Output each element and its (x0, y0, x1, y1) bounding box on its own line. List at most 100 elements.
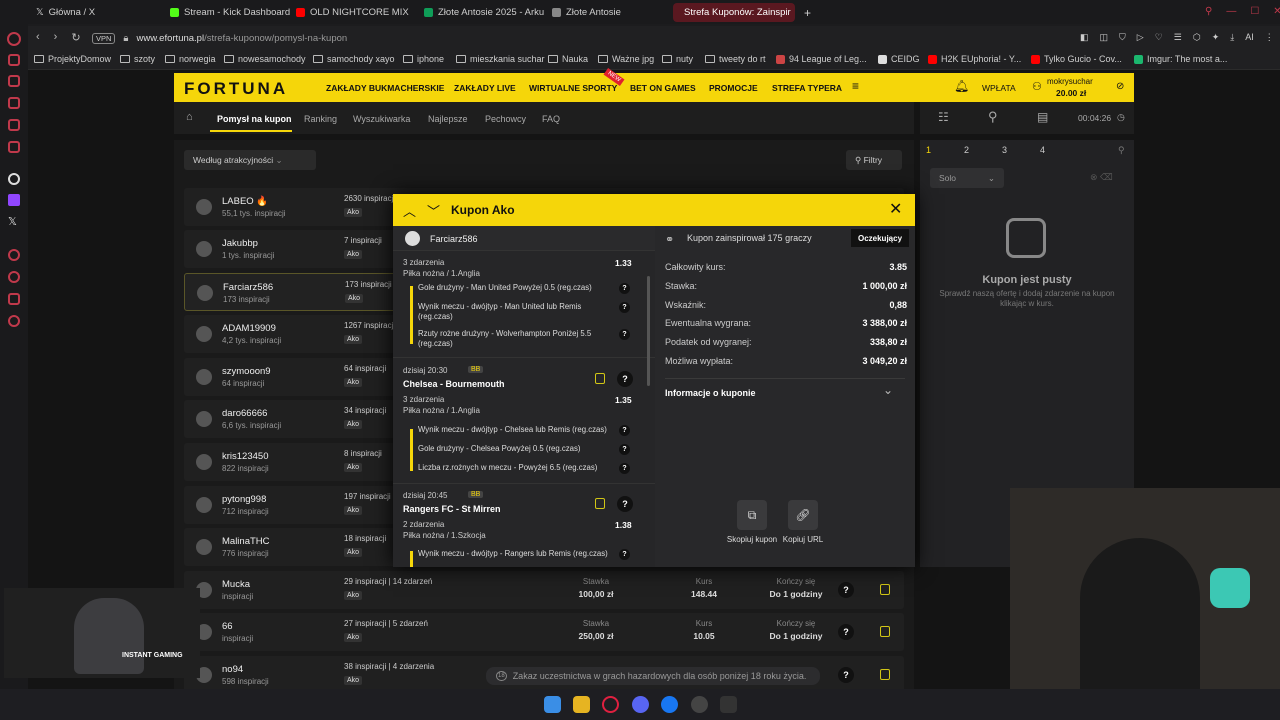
bookmark[interactable]: 94 League of Leg... (776, 54, 867, 64)
help-icon[interactable]: ? (838, 624, 854, 640)
help-icon[interactable]: ? (617, 371, 633, 387)
bookmark[interactable]: samochody xayo (313, 54, 395, 64)
filter-button[interactable]: ⚲ Filtry (846, 150, 902, 170)
copy-icon[interactable] (880, 626, 890, 637)
bookmark[interactable]: iphone (403, 54, 444, 64)
heart-icon[interactable]: ♡ (1155, 32, 1163, 43)
bookmark[interactable]: norwegia (165, 54, 216, 64)
close-icon[interactable]: ✕ (1273, 6, 1280, 17)
menu-icon[interactable]: ☰ (1174, 32, 1182, 43)
bookmark[interactable]: Imgur: The most a... (1134, 54, 1227, 64)
chatgpt-icon[interactable] (8, 173, 20, 185)
bookmark[interactable]: Tylko Gucio - Cov... (1031, 54, 1122, 64)
windows-start-icon[interactable] (544, 696, 561, 713)
slip-mode-dropdown[interactable]: Solo ⌄ (930, 168, 1004, 188)
download-icon[interactable]: ⤓ (1230, 32, 1234, 43)
bell-icon[interactable]: 🔔︎ (954, 79, 969, 93)
discord-icon[interactable] (632, 696, 649, 713)
history-icon[interactable] (8, 271, 20, 283)
row-username[interactable]: 66 (222, 621, 233, 632)
tab-ranking[interactable]: Ranking (304, 114, 337, 124)
shield-icon[interactable]: ⛉ (1119, 32, 1126, 43)
row-username[interactable]: pytong998 (222, 494, 266, 505)
search-icon[interactable]: ⚲ (1205, 6, 1212, 17)
url-box[interactable]: VPN 🔒︎ www.efortuna.pl/strefa-kuponow/po… (92, 29, 1032, 47)
slip-tab-1[interactable]: 1 (926, 145, 931, 155)
slip-tab-3[interactable]: 3 (1002, 145, 1007, 155)
copy-url-button[interactable]: 🔗︎ (788, 500, 818, 530)
ai-button[interactable]: AI (1245, 32, 1254, 43)
new-tab-button[interactable]: + (798, 3, 817, 22)
copy-icon[interactable] (880, 669, 890, 680)
copy-icon[interactable] (880, 584, 890, 595)
username[interactable]: mokrysuchar (1047, 77, 1093, 86)
nav-item[interactable]: ZAKŁADY BUKMACHERSKIE (326, 83, 444, 93)
opera-icon[interactable] (602, 696, 619, 713)
row-username[interactable]: szymooon9 (222, 366, 271, 377)
row-username[interactable]: Farciarz586 (223, 282, 273, 293)
back-icon[interactable]: ‹ (36, 31, 40, 44)
help-icon[interactable]: ? (619, 329, 630, 340)
forward-icon[interactable]: › (54, 31, 58, 44)
x-icon[interactable]: 𝕏 (8, 215, 17, 228)
browser-tab[interactable]: Stream - Kick Dashboard (164, 3, 296, 22)
bookmark[interactable]: ProjektyDomow (34, 54, 111, 64)
file-explorer-icon[interactable] (573, 696, 590, 713)
row-username[interactable]: no94 (222, 664, 243, 675)
messenger-icon[interactable] (8, 54, 20, 66)
bookmark[interactable]: mieszkania suchar (456, 54, 545, 64)
minimize-icon[interactable]: — (1226, 6, 1236, 17)
help-icon[interactable]: ? (619, 425, 630, 436)
slip-tab-2[interactable]: 2 (964, 145, 969, 155)
twitch-icon[interactable] (8, 194, 20, 206)
nav-item[interactable]: WIRTUALNE SPORTY (529, 83, 617, 93)
reload-icon[interactable]: ↻ (71, 31, 80, 44)
extension-icon[interactable]: ◫ (1100, 32, 1109, 43)
search-icon[interactable]: ⚲ (988, 109, 998, 125)
bookmark[interactable]: CEIDG (878, 54, 920, 64)
bookmark[interactable]: Nauka (548, 54, 588, 64)
row-username[interactable]: Mucka (222, 579, 250, 590)
opera-logo-icon[interactable] (7, 32, 21, 46)
bookmark[interactable]: tweety do rt (705, 54, 766, 64)
sidebar-app-icon[interactable] (8, 75, 20, 87)
settings-icon[interactable] (8, 315, 20, 327)
row-username[interactable]: ADAM19909 (222, 323, 276, 334)
maximize-icon[interactable]: ☐ (1250, 6, 1259, 17)
facebook-icon[interactable] (661, 696, 678, 713)
nav-item[interactable]: ZAKŁADY LIVE (454, 83, 516, 93)
sort-dropdown[interactable]: Według atrakcyjności ⌄ (184, 150, 316, 170)
puzzle-icon[interactable]: ✦ (1212, 32, 1220, 43)
author-name[interactable]: Farciarz586 (430, 234, 478, 244)
copy-icon[interactable] (595, 498, 605, 509)
help-icon[interactable]: ? (619, 463, 630, 474)
event-title[interactable]: Chelsea - Bournemouth (403, 379, 505, 389)
tab-pomysl-na-kupon[interactable]: Pomysł na kupon (217, 114, 292, 124)
sidebar-app-icon[interactable] (8, 249, 20, 261)
coupon-row[interactable]: 66 inspiracji 27 inspiracji | 5 zdarzeń … (184, 613, 904, 651)
nav-item[interactable]: STREFA TYPERA (772, 83, 842, 93)
browser-tab[interactable]: 𝕏 Główna / X (30, 3, 101, 22)
hamburger-icon[interactable]: ≡ (852, 79, 859, 93)
more-icon[interactable]: ⋮ (1265, 32, 1274, 43)
sidebar-app-icon[interactable] (8, 141, 20, 153)
help-icon[interactable]: ? (838, 582, 854, 598)
deposit-button[interactable]: WPŁATA (982, 83, 1016, 93)
coupon-icon[interactable]: ▤ (1037, 110, 1048, 124)
tab-pechowcy[interactable]: Pechowcy (485, 114, 526, 124)
copy-coupon-button[interactable]: ⧉ (737, 500, 767, 530)
browser-tab-active[interactable]: Strefa Kuponów: Zainspir (673, 3, 795, 22)
copy-icon[interactable] (595, 373, 605, 384)
event-title[interactable]: Rangers FC - St Mirren (403, 504, 501, 514)
home-icon[interactable]: ⌂ (186, 111, 193, 123)
cube-icon[interactable]: ⬡ (1193, 32, 1201, 43)
help-icon[interactable]: ? (838, 667, 854, 683)
help-icon[interactable]: ? (619, 283, 630, 294)
pin-icon[interactable]: ⚲ (1118, 145, 1125, 156)
nav-item[interactable]: BET ON GAMES (630, 83, 696, 93)
play-icon[interactable]: ▷ (1137, 32, 1144, 43)
vpn-badge[interactable]: VPN (92, 32, 116, 44)
scrollbar[interactable] (647, 276, 650, 386)
sidebar-app-icon[interactable] (8, 97, 20, 109)
browser-tab[interactable]: Złote Antosie 2025 - Arku (418, 3, 550, 22)
